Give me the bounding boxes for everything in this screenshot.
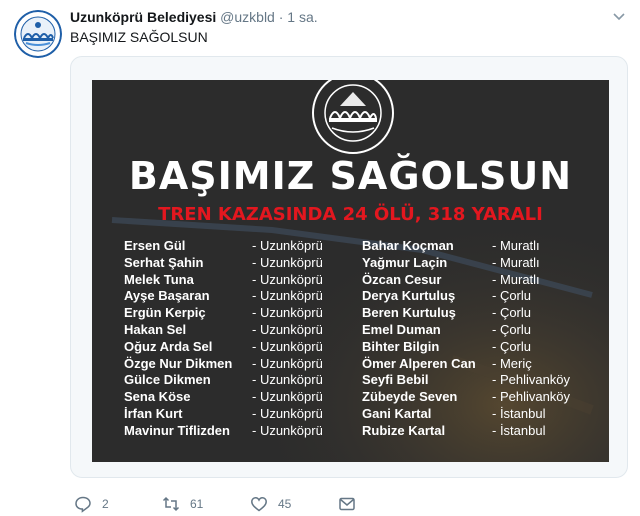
victim-name: Yağmur Laçin [362, 254, 448, 270]
tweet-header: Uzunköprü Belediyesi @uzkbld · 1 sa. [70, 8, 318, 26]
victim-place: - Meriç [492, 355, 532, 371]
victim-name: İrfan Kurt [124, 405, 183, 421]
victim-name: Oğuz Arda Sel [124, 338, 213, 354]
victim-place: - Muratlı [492, 271, 540, 287]
victim-name: Rubize Kartal [362, 422, 446, 438]
victim-name: Derya Kurtuluş [362, 288, 456, 304]
victim-name: Özge Nur Dikmen [124, 355, 233, 371]
victim-name: Ersen Gül [124, 238, 186, 253]
victim-place: - Uzunköprü [252, 338, 323, 354]
victim-place: - Uzunköprü [252, 422, 323, 438]
victim-place: - Pehlivanköy [492, 372, 571, 388]
municipality-seal-icon [312, 80, 394, 154]
victim-name: Ayşe Başaran [124, 288, 210, 304]
victim-name: Sena Köse [124, 389, 191, 405]
condolence-poster-image[interactable]: BAŞIMIZ SAĞOLSUN TREN KAZASINDA 24 ÖLÜ, … [92, 80, 609, 462]
victim-name: Ergün Kerpiç [124, 305, 206, 321]
victim-name: Beren Kurtuluş [362, 305, 456, 321]
municipality-logo [14, 10, 62, 58]
victim-place: - İstanbul [492, 422, 546, 438]
author-handle[interactable]: @uzkbld [220, 9, 275, 25]
victim-place: - Muratlı [492, 254, 540, 270]
victim-place: - Uzunköprü [252, 271, 323, 287]
victim-name: Mavinur Tiflizden [124, 422, 230, 438]
victim-name: Ömer Alperen Can [362, 355, 476, 371]
heart-icon [251, 497, 267, 512]
victim-name: Bahar Koçman [362, 238, 454, 253]
victim-place: - Uzunköprü [252, 405, 323, 421]
envelope-icon [339, 497, 355, 511]
victim-place: - Çorlu [492, 338, 532, 354]
retweet-count: 61 [190, 497, 204, 511]
victim-place: - Uzunköprü [252, 305, 323, 321]
victim-name: Zübeyde Seven [362, 389, 458, 405]
victim-name: Seyfi Bebil [362, 372, 429, 388]
victim-place: - Uzunköprü [252, 254, 323, 270]
author-name[interactable]: Uzunköprü Belediyesi [70, 9, 216, 25]
victim-place: - Çorlu [492, 288, 532, 304]
victim-name: Özcan Cesur [362, 271, 442, 287]
victim-name: Emel Duman [362, 321, 441, 337]
victim-name: Melek Tuna [124, 271, 194, 287]
retweet-icon [162, 496, 180, 512]
victim-place: - Uzunköprü [252, 355, 323, 371]
tweet-text: BAŞIMIZ SAĞOLSUN [70, 29, 208, 45]
victim-place: - Uzunköprü [252, 372, 323, 388]
poster-headline: BAŞIMIZ SAĞOLSUN [128, 154, 573, 198]
victim-place: - Uzunköprü [252, 238, 323, 253]
victim-place: - Çorlu [492, 305, 532, 321]
avatar[interactable] [14, 10, 62, 58]
poster-subheadline: TREN KAZASINDA 24 ÖLÜ, 318 YARALI [158, 204, 543, 225]
victim-name: Serhat Şahin [124, 254, 204, 270]
retweet-button[interactable]: 61 [162, 494, 203, 514]
victim-place: - Pehlivanköy [492, 389, 571, 405]
victim-place: - Uzunköprü [252, 288, 323, 304]
reply-button[interactable]: 2 [74, 494, 109, 514]
like-count: 45 [278, 497, 292, 511]
victim-place: - Uzunköprü [252, 389, 323, 405]
victim-name: Gani Kartal [362, 405, 432, 421]
reply-count: 2 [102, 497, 109, 511]
separator: · [278, 9, 284, 25]
victim-name: Hakan Sel [124, 321, 187, 337]
victim-place: - Uzunköprü [252, 321, 323, 337]
reply-icon [75, 496, 91, 513]
chevron-down-icon[interactable] [612, 10, 626, 24]
victim-name: Gülce Dikmen [124, 372, 211, 388]
victim-name: Bihter Bilgin [362, 338, 440, 354]
direct-message-button[interactable] [338, 494, 356, 514]
victim-place: - Muratlı [492, 238, 540, 253]
timestamp[interactable]: 1 sa. [287, 9, 317, 25]
victim-place: - Çorlu [492, 321, 532, 337]
like-button[interactable]: 45 [250, 494, 291, 514]
victim-place: - İstanbul [492, 405, 546, 421]
